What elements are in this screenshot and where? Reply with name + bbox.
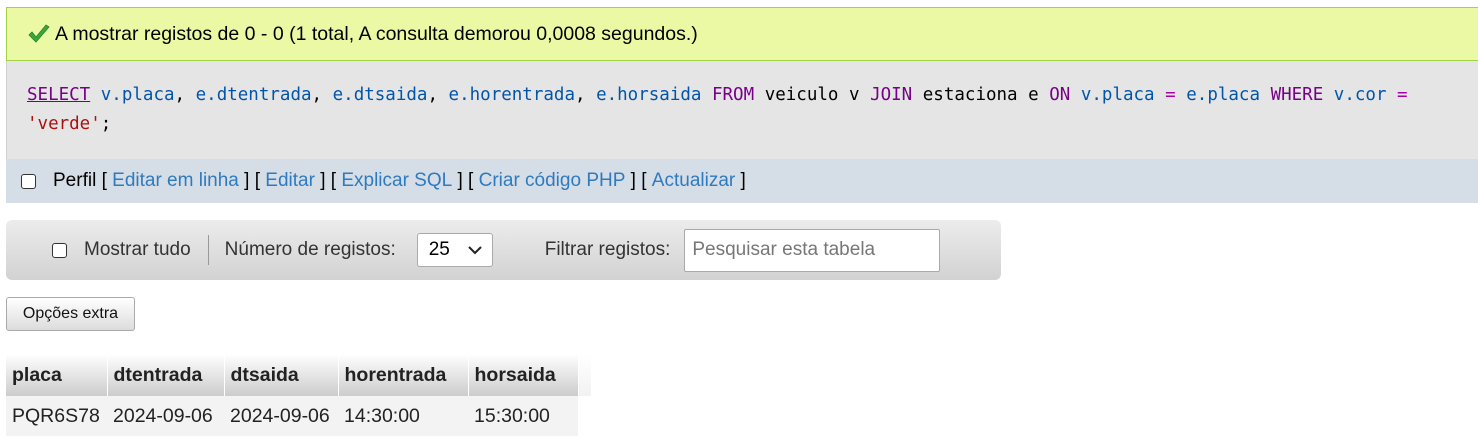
sql-query-code: SELECT v.placa, e.dtentrada, e.dtsaida, … <box>27 85 1408 134</box>
sql-column: v.cor <box>1333 85 1387 105</box>
results-table: placa dtentrada dtsaida horentrada horsa… <box>6 354 592 436</box>
sql-column: e.horentrada <box>448 85 575 105</box>
show-all-checkbox[interactable] <box>52 242 67 258</box>
column-header-horsaida[interactable]: horsaida <box>468 354 579 396</box>
rows-count-label: Número de registos: <box>224 239 396 260</box>
sql-operator: = <box>1165 85 1176 105</box>
query-tools-bar: Perfil [ Editar em linha ] [ Editar ] [ … <box>6 159 1478 203</box>
profile-checkbox[interactable] <box>21 173 36 189</box>
divider <box>207 235 209 265</box>
sql-column: e.dtsaida <box>332 85 428 105</box>
show-all-label: Mostrar tudo <box>84 239 191 260</box>
table-cell: 14:30:00 <box>338 396 468 436</box>
profile-label: Perfil <box>53 170 97 191</box>
table-cell: PQR6S78 <box>6 396 107 436</box>
sql-table: estaciona e <box>922 85 1039 105</box>
sql-column: v.placa <box>100 85 175 105</box>
sql-operator: = <box>1397 85 1408 105</box>
sql-keyword-on: ON <box>1049 85 1071 105</box>
sql-query-box[interactable]: SELECT v.placa, e.dtentrada, e.dtsaida, … <box>6 61 1478 159</box>
sql-keyword-select[interactable]: SELECT <box>27 85 90 105</box>
table-cell: 2024-09-06 <box>107 396 224 436</box>
success-message-bar: A mostrar registos de 0 - 0 (1 total, A … <box>6 7 1478 61</box>
column-header-placa[interactable]: placa <box>6 354 108 396</box>
inline-edit-link[interactable]: Editar em linha <box>112 170 239 192</box>
column-header-horentrada[interactable]: horentrada <box>338 354 469 396</box>
table-navigation-bar: Mostrar tudo Número de registos: 25 Filt… <box>6 220 1001 280</box>
table-cell: 2024-09-06 <box>224 396 338 436</box>
column-header-dtentrada[interactable]: dtentrada <box>107 354 225 396</box>
rows-count-value: 25 <box>428 239 450 260</box>
create-php-code-link[interactable]: Criar código PHP <box>479 170 626 192</box>
table-header-row: placa dtentrada dtsaida horentrada horsa… <box>6 354 592 396</box>
sql-keyword-join: JOIN <box>870 85 913 105</box>
column-header-dtsaida[interactable]: dtsaida <box>224 354 339 396</box>
sql-column: v.placa <box>1080 85 1155 105</box>
table-search-input[interactable] <box>684 228 941 272</box>
table-cell: 15:30:00 <box>468 396 578 436</box>
sql-column: e.placa <box>1186 85 1261 105</box>
extra-options-button[interactable]: Opções extra <box>6 297 135 331</box>
checkmark-icon <box>27 23 51 45</box>
edit-link[interactable]: Editar <box>265 170 315 192</box>
sql-column: e.horsaida <box>596 85 702 105</box>
sql-column: e.dtentrada <box>195 85 312 105</box>
filter-rows-label: Filtrar registos: <box>544 239 671 260</box>
success-message-text: A mostrar registos de 0 - 0 (1 total, A … <box>55 22 698 45</box>
chevron-down-icon <box>468 239 482 261</box>
sql-keyword-from: FROM <box>711 85 755 105</box>
explain-sql-link[interactable]: Explicar SQL <box>341 170 452 192</box>
sql-table: veiculo v <box>764 85 860 105</box>
sql-string: 'verde' <box>27 114 101 134</box>
table-row[interactable]: PQR6S78 2024-09-06 2024-09-06 14:30:00 1… <box>6 396 591 436</box>
rows-count-select[interactable]: 25 <box>416 233 493 267</box>
sql-keyword-where: WHERE <box>1270 85 1324 105</box>
refresh-link[interactable]: Actualizar <box>652 170 735 192</box>
header-spacer <box>578 354 592 396</box>
